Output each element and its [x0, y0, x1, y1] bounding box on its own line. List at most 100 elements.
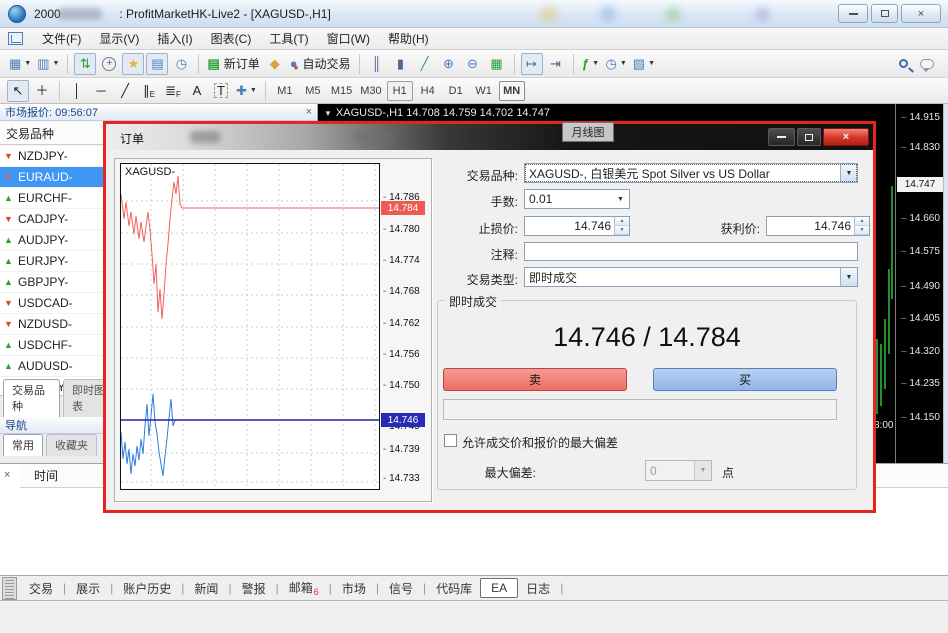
trendline-tool[interactable]: ╱ — [114, 80, 136, 102]
search-button[interactable] — [892, 53, 914, 75]
timeframe-m5[interactable]: M5 — [300, 81, 326, 101]
menu-view[interactable]: 显示(V) — [90, 27, 148, 50]
text-tool[interactable]: A — [186, 80, 208, 102]
horizontal-line-tool[interactable]: ─ — [90, 80, 112, 102]
chevron-down-icon[interactable]: ▼ — [840, 268, 857, 286]
chart-window-icon[interactable] — [8, 32, 23, 45]
symbol-row-eurchf[interactable]: ▲EURCHF- — [0, 188, 120, 208]
volume-select[interactable]: 0.01 ▼ — [524, 189, 630, 209]
tab-journal[interactable]: 日志 — [518, 577, 558, 600]
tile-windows-button[interactable]: ▦ — [486, 53, 508, 75]
zoom-in-button[interactable]: ⊕ — [438, 53, 460, 75]
profiles-button[interactable]: ▥▼ — [35, 53, 61, 75]
symbol-row-euraud[interactable]: ▼EURAUD- — [0, 167, 120, 187]
crosshair-tool[interactable]: ＋ — [31, 80, 53, 102]
metaeditor-button[interactable]: ◆ — [264, 53, 286, 75]
tab-experts[interactable]: EA — [480, 578, 518, 598]
spin-up-icon[interactable]: ▲ — [615, 217, 629, 226]
fibonacci-tool[interactable]: ≣F — [162, 80, 184, 102]
symbol-column-header[interactable]: 交易品种 — [0, 122, 120, 145]
bar-chart-button[interactable]: ║ — [366, 53, 388, 75]
take-profit-stepper[interactable]: ▲▼ — [854, 217, 869, 235]
arrows-tool[interactable]: ✚▼ — [234, 80, 259, 102]
cursor-tool[interactable]: ↖ — [7, 80, 29, 102]
vertical-line-tool[interactable]: │ — [66, 80, 88, 102]
channel-tool[interactable]: ∥E — [138, 80, 160, 102]
tab-market[interactable]: 市场 — [334, 577, 374, 600]
menu-charts[interactable]: 图表(C) — [202, 27, 261, 50]
close-button[interactable]: × — [901, 4, 941, 23]
buy-button[interactable]: 买 — [653, 368, 837, 391]
navigator-toggle[interactable]: ★ — [122, 53, 144, 75]
tab-account-history[interactable]: 账户历史 — [115, 577, 179, 600]
market-watch-toggle[interactable]: ⇅ — [74, 53, 96, 75]
close-icon[interactable]: × — [306, 106, 312, 118]
indicators-button[interactable]: ƒ▼ — [580, 53, 602, 75]
dialog-close-button[interactable]: × — [823, 128, 869, 146]
strategy-tester-button[interactable]: ◷ — [170, 53, 192, 75]
symbol-row-gbpjpy[interactable]: ▲GBPJPY- — [0, 272, 120, 292]
dialog-minimize-button[interactable] — [768, 128, 795, 146]
zoom-out-button[interactable]: ⊖ — [462, 53, 484, 75]
tab-signals[interactable]: 信号 — [381, 577, 421, 600]
symbol-row-audjpy[interactable]: ▲AUDJPY- — [0, 230, 120, 250]
chevron-down-icon[interactable]: ▼ — [612, 190, 629, 208]
menu-tools[interactable]: 工具(T) — [260, 27, 317, 50]
order-dialog-titlebar[interactable]: 订单 × — [106, 124, 873, 150]
symbol-row-nzdusd[interactable]: ▼NZDUSD- — [0, 314, 120, 334]
symbol-row-usdcad[interactable]: ▼USDCAD- — [0, 293, 120, 313]
line-chart-button[interactable]: ╱ — [414, 53, 436, 75]
tab-symbols[interactable]: 交易品种 — [3, 379, 60, 417]
dialog-restore-button[interactable] — [797, 128, 821, 146]
candlestick-button[interactable]: ▮ — [390, 53, 412, 75]
auto-scroll-toggle[interactable]: ↦ — [521, 53, 543, 75]
spin-up-icon[interactable]: ▲ — [855, 217, 869, 226]
stop-loss-field[interactable]: 14.746 ▲▼ — [524, 216, 630, 236]
timeframe-h4[interactable]: H4 — [415, 81, 441, 101]
spin-down-icon[interactable]: ▼ — [855, 226, 869, 235]
timeframe-w1[interactable]: W1 — [471, 81, 497, 101]
panel-grip-icon[interactable] — [2, 577, 17, 600]
symbol-row-usdchf[interactable]: ▲USDCHF- — [0, 335, 120, 355]
timeframe-h1[interactable]: H1 — [387, 81, 413, 101]
symbol-select[interactable]: XAGUSD-, 白银美元 Spot Silver vs US Dollar ▼ — [524, 163, 858, 183]
new-order-button[interactable]: ▤新订单 — [205, 53, 261, 75]
minimize-button[interactable] — [838, 4, 868, 23]
menu-insert[interactable]: 插入(I) — [148, 27, 201, 50]
autotrading-button[interactable]: ●●自动交易 — [288, 53, 353, 75]
symbol-row-nzdjpy[interactable]: ▼NZDJPY- — [0, 146, 120, 166]
sell-button[interactable]: 卖 — [443, 368, 627, 391]
close-icon[interactable]: × — [4, 469, 10, 481]
timeframe-m15[interactable]: M15 — [328, 81, 355, 101]
take-profit-field[interactable]: 14.746 ▲▼ — [766, 216, 870, 236]
chevron-down-icon[interactable]: ▼ — [840, 164, 857, 182]
timeframe-mn[interactable]: MN — [499, 81, 525, 101]
symbol-row-audusd[interactable]: ▲AUDUSD- — [0, 356, 120, 376]
maximize-button[interactable] — [871, 4, 898, 23]
comment-input[interactable] — [524, 242, 858, 261]
chart-shift-button[interactable]: ⇥ — [545, 53, 567, 75]
menu-help[interactable]: 帮助(H) — [379, 27, 438, 50]
templates-button[interactable]: ▧▼ — [631, 53, 657, 75]
text-label-tool[interactable]: T — [210, 80, 232, 102]
timeframe-m30[interactable]: M30 — [357, 81, 384, 101]
tab-exposure[interactable]: 展示 — [68, 577, 108, 600]
timeframe-m1[interactable]: M1 — [272, 81, 298, 101]
symbol-row-cadjpy[interactable]: ▼CADJPY- — [0, 209, 120, 229]
community-chat-button[interactable] — [916, 53, 938, 75]
tab-alerts[interactable]: 警报 — [234, 577, 274, 600]
new-chart-button[interactable]: ▦▼ — [7, 53, 33, 75]
stop-loss-stepper[interactable]: ▲▼ — [614, 217, 629, 235]
menu-window[interactable]: 窗口(W) — [318, 27, 379, 50]
deviation-checkbox[interactable] — [444, 434, 457, 447]
tab-trade[interactable]: 交易 — [21, 577, 61, 600]
spin-down-icon[interactable]: ▼ — [615, 226, 629, 235]
data-window-button[interactable]: + — [98, 53, 120, 75]
tab-common[interactable]: 常用 — [3, 434, 43, 456]
order-type-select[interactable]: 即时成交 ▼ — [524, 267, 858, 287]
timeframe-d1[interactable]: D1 — [443, 81, 469, 101]
periods-button[interactable]: ◷▼ — [604, 53, 629, 75]
tab-favorites[interactable]: 收藏夹 — [46, 434, 97, 456]
terminal-toggle[interactable]: ▤ — [146, 53, 168, 75]
tab-news[interactable]: 新闻 — [186, 577, 226, 600]
